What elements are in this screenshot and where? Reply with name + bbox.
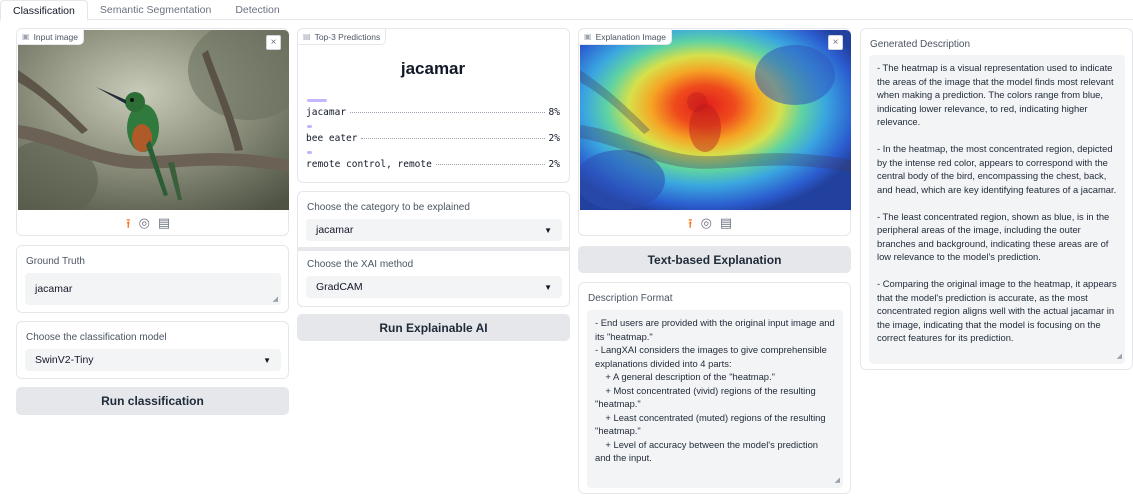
input-close-button[interactable]: × bbox=[266, 35, 281, 50]
tab-detection[interactable]: Detection bbox=[223, 0, 291, 20]
generated-description-panel: Generated Description - The heatmap is a… bbox=[860, 28, 1133, 370]
prediction-label: remote control, remote bbox=[306, 159, 432, 170]
text-explanation-button[interactable]: Text-based Explanation bbox=[578, 246, 851, 273]
description-format-panel: Description Format - End users are provi… bbox=[578, 282, 851, 494]
run-xai-button[interactable]: Run Explainable AI bbox=[297, 314, 570, 341]
resize-handle-icon[interactable]: ◢ bbox=[273, 295, 278, 303]
xai-method-label: Choose the XAI method bbox=[307, 259, 414, 270]
confidence-bar-remote bbox=[307, 151, 312, 154]
resize-handle-icon[interactable]: ◢ bbox=[835, 476, 840, 484]
prediction-label: bee eater bbox=[306, 133, 358, 144]
divider bbox=[298, 247, 569, 251]
description-format-textbox[interactable]: - End users are provided with the origin… bbox=[587, 310, 843, 488]
input-image-chip: ▣ Input image bbox=[17, 29, 84, 45]
clipboard-icon[interactable]: ▤ bbox=[720, 215, 732, 237]
run-classification-button[interactable]: Run classification bbox=[16, 387, 289, 415]
explanation-close-button[interactable]: × bbox=[828, 35, 843, 50]
chevron-down-icon: ▼ bbox=[544, 282, 552, 292]
upload-icon[interactable]: ⭱ bbox=[688, 215, 693, 237]
input-tools: ⭱ ◎ ▤ bbox=[126, 215, 170, 237]
prediction-label: jacamar bbox=[306, 107, 347, 118]
heatmap-image[interactable] bbox=[580, 30, 851, 210]
classification-model-select[interactable]: SwinV2-Tiny ▼ bbox=[25, 349, 281, 371]
category-xai-panel: Choose the category to be explained jaca… bbox=[297, 191, 570, 307]
xai-method-value: GradCAM bbox=[316, 281, 363, 293]
image-icon: ▣ bbox=[22, 32, 30, 41]
heatmap-overlay bbox=[580, 30, 851, 210]
chevron-down-icon: ▼ bbox=[544, 225, 552, 235]
ground-truth-field[interactable]: jacamar ◢ bbox=[25, 273, 281, 305]
prediction-row: bee eater 2% bbox=[306, 133, 560, 144]
ground-truth-label: Ground Truth bbox=[26, 256, 85, 267]
resize-handle-icon[interactable]: ◢ bbox=[1117, 352, 1122, 360]
explanation-image-label: Explanation Image bbox=[595, 31, 666, 42]
category-value: jacamar bbox=[316, 224, 354, 236]
ground-truth-panel: Ground Truth jacamar ◢ bbox=[16, 245, 289, 313]
image-icon: ▣ bbox=[584, 32, 592, 41]
ground-truth-value: jacamar bbox=[35, 283, 73, 295]
predictions-panel: ▤ Top-3 Predictions jacamar jacamar 8% b… bbox=[297, 28, 570, 183]
xai-method-select[interactable]: GradCAM ▼ bbox=[306, 276, 562, 298]
chevron-down-icon: ▼ bbox=[263, 355, 271, 365]
generated-description-label: Generated Description bbox=[870, 39, 971, 50]
predictions-chip: ▤ Top-3 Predictions bbox=[298, 29, 387, 45]
explanation-image-panel: ▣ Explanation Image × ⭱ ◎ ▤ bbox=[578, 28, 851, 236]
classification-model-value: SwinV2-Tiny bbox=[35, 354, 94, 366]
confidence-bar-bee-eater bbox=[307, 125, 312, 128]
prediction-row: remote control, remote 2% bbox=[306, 159, 560, 170]
prediction-percent: 2% bbox=[548, 159, 560, 170]
prediction-percent: 8% bbox=[548, 107, 560, 118]
classification-model-panel: Choose the classification model SwinV2-T… bbox=[16, 321, 289, 379]
upload-icon[interactable]: ⭱ bbox=[126, 215, 131, 237]
bird-photo bbox=[18, 30, 289, 210]
input-image-label: Input image bbox=[33, 31, 78, 42]
input-image-panel: ▣ Input image × ⭱ ◎ ▤ bbox=[16, 28, 289, 236]
chart-icon: ▤ bbox=[303, 32, 311, 41]
tab-semantic-segmentation[interactable]: Semantic Segmentation bbox=[88, 0, 223, 20]
generated-description-textbox[interactable]: - The heatmap is a visual representation… bbox=[869, 55, 1125, 364]
webcam-icon[interactable]: ◎ bbox=[139, 215, 150, 237]
tab-classification[interactable]: Classification bbox=[0, 0, 88, 21]
predictions-label: Top-3 Predictions bbox=[314, 31, 381, 42]
description-format-label: Description Format bbox=[588, 293, 673, 304]
classification-model-label: Choose the classification model bbox=[26, 332, 167, 343]
webcam-icon[interactable]: ◎ bbox=[701, 215, 712, 237]
explanation-tools: ⭱ ◎ ▤ bbox=[688, 215, 732, 237]
category-select[interactable]: jacamar ▼ bbox=[306, 219, 562, 241]
clipboard-icon[interactable]: ▤ bbox=[158, 215, 170, 237]
category-label: Choose the category to be explained bbox=[307, 202, 470, 213]
input-image[interactable] bbox=[18, 30, 289, 210]
explanation-image-chip: ▣ Explanation Image bbox=[579, 29, 672, 45]
tab-bar: Classification Semantic Segmentation Det… bbox=[0, 0, 1133, 21]
confidence-bar-jacamar bbox=[307, 99, 327, 102]
top-prediction: jacamar bbox=[400, 59, 466, 78]
prediction-percent: 2% bbox=[548, 133, 560, 144]
prediction-row: jacamar 8% bbox=[306, 107, 560, 118]
